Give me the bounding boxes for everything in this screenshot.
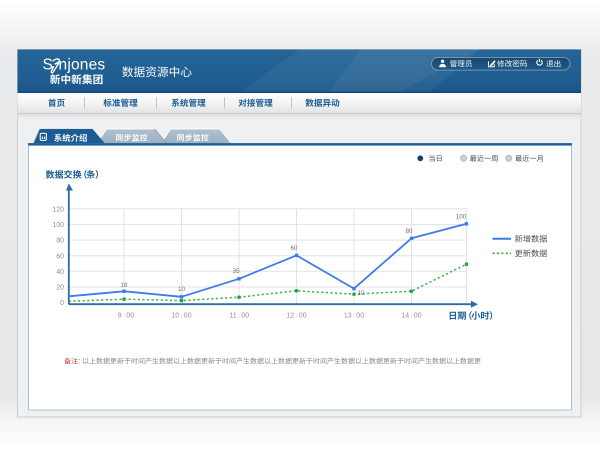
svg-text:00: 00	[241, 313, 249, 320]
svg-text:00: 00	[356, 313, 364, 320]
svg-text:10: 10	[178, 286, 186, 293]
svg-text:10: 10	[357, 290, 365, 297]
svg-text:00: 00	[414, 313, 422, 320]
svg-text:35: 35	[232, 268, 240, 275]
svg-text:120: 120	[53, 206, 65, 213]
svg-text:00: 00	[299, 313, 307, 320]
svg-text:60: 60	[290, 245, 298, 252]
svg-text:00: 00	[184, 313, 192, 320]
svg-text:100: 100	[53, 222, 65, 229]
svg-text:11: 11	[229, 313, 236, 320]
svg-text:0: 0	[60, 300, 64, 307]
svg-text:njones: njones	[59, 57, 106, 74]
svg-text:9: 9	[118, 313, 122, 320]
svg-text:20: 20	[56, 285, 64, 292]
svg-text:12: 12	[286, 313, 294, 320]
svg-text::: :	[238, 312, 240, 319]
svg-text::: :	[123, 312, 125, 319]
svg-text:80: 80	[56, 238, 64, 245]
svg-text:40: 40	[56, 269, 64, 276]
svg-text:10: 10	[171, 313, 179, 320]
svg-text:14: 14	[401, 313, 409, 320]
svg-text::: :	[181, 312, 183, 319]
svg-text:80: 80	[405, 228, 413, 235]
svg-text:100: 100	[456, 213, 467, 220]
svg-text::: :	[411, 312, 413, 319]
svg-text:13: 13	[344, 313, 352, 320]
svg-text::: :	[296, 312, 298, 319]
svg-text:18: 18	[120, 282, 128, 289]
svg-text:60: 60	[56, 253, 64, 260]
svg-text:00: 00	[126, 313, 134, 320]
svg-text::: :	[353, 312, 355, 319]
